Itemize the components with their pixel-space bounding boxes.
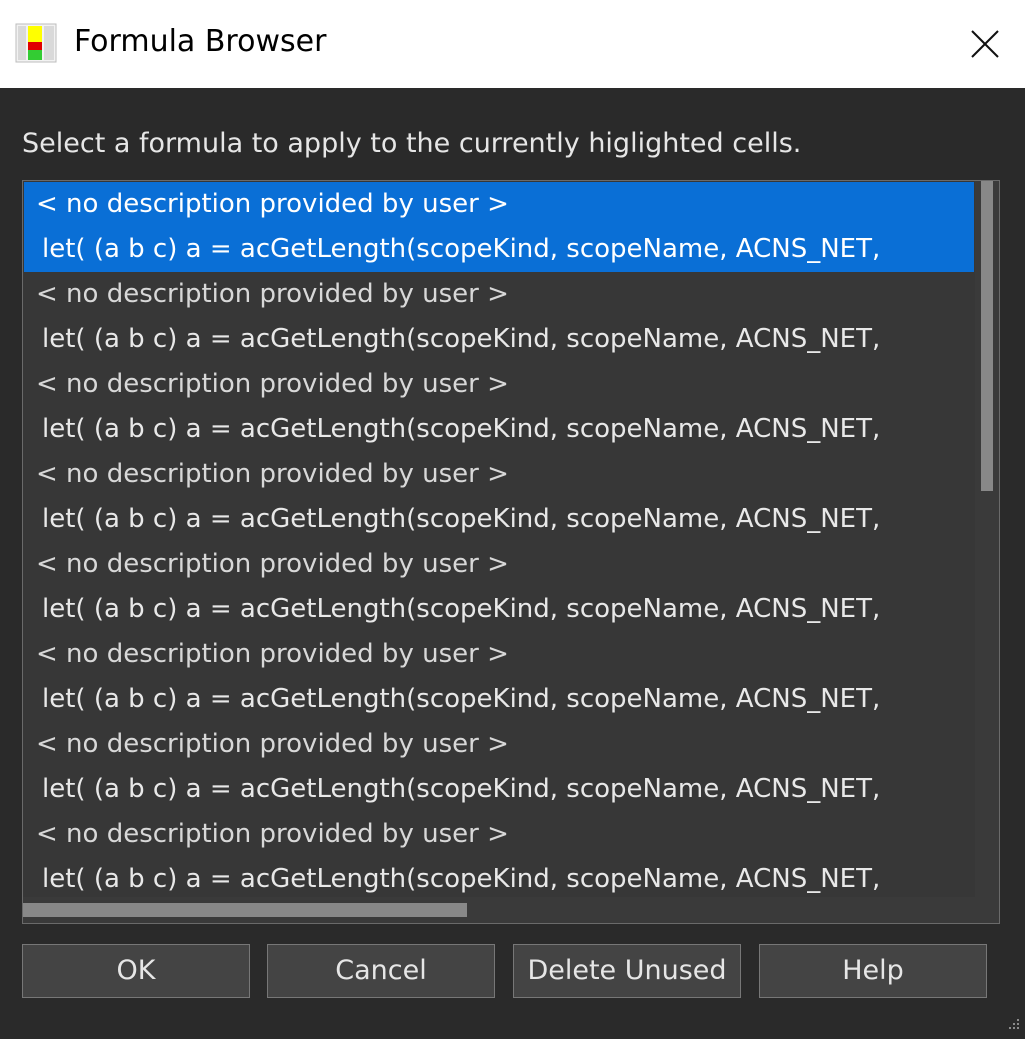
- formula-text: let( (a b c) a = acGetLength(scopeKind, …: [42, 684, 881, 714]
- horizontal-scrollbar[interactable]: [23, 897, 999, 923]
- formula-description: < no description provided by user >: [36, 639, 509, 669]
- formula-description: < no description provided by user >: [36, 729, 509, 759]
- close-icon: [971, 30, 999, 58]
- formula-description: < no description provided by user >: [36, 369, 509, 399]
- formula-list-item[interactable]: < no description provided by user > let(…: [24, 722, 974, 812]
- formula-text: let( (a b c) a = acGetLength(scopeKind, …: [42, 234, 881, 264]
- formula-text: let( (a b c) a = acGetLength(scopeKind, …: [42, 414, 881, 444]
- formula-list-item[interactable]: < no description provided by user > let(…: [24, 542, 974, 632]
- cancel-button[interactable]: Cancel: [267, 944, 495, 998]
- formula-text: let( (a b c) a = acGetLength(scopeKind, …: [42, 324, 881, 354]
- spreadsheet-icon: [14, 22, 58, 64]
- close-button[interactable]: [945, 0, 1025, 88]
- formula-description: < no description provided by user >: [36, 279, 509, 309]
- formula-description: < no description provided by user >: [36, 819, 509, 849]
- resize-grip-icon[interactable]: [1005, 1015, 1021, 1031]
- formula-description: < no description provided by user >: [36, 549, 509, 579]
- delete-unused-button[interactable]: Delete Unused: [513, 944, 741, 998]
- button-row: OK Cancel Delete Unused Help: [22, 944, 988, 998]
- title-bar[interactable]: Formula Browser: [0, 0, 1025, 88]
- formula-list-item[interactable]: < no description provided by user > let(…: [24, 632, 974, 722]
- formula-list-item[interactable]: < no description provided by user > let(…: [24, 362, 974, 452]
- window-title: Formula Browser: [74, 24, 327, 59]
- formula-text: let( (a b c) a = acGetLength(scopeKind, …: [42, 594, 881, 624]
- vertical-scrollbar-thumb[interactable]: [981, 181, 993, 491]
- vertical-scrollbar[interactable]: [975, 181, 999, 897]
- help-button[interactable]: Help: [759, 944, 987, 998]
- formula-browser-window: Formula Browser Select a formula to appl…: [0, 0, 1025, 1039]
- formula-list-item[interactable]: < no description provided by user > let(…: [24, 182, 974, 272]
- formula-description: < no description provided by user >: [36, 459, 509, 489]
- formula-text: let( (a b c) a = acGetLength(scopeKind, …: [42, 504, 881, 534]
- formula-text: let( (a b c) a = acGetLength(scopeKind, …: [42, 864, 881, 894]
- ok-button[interactable]: OK: [22, 944, 250, 998]
- formula-list-viewport: < no description provided by user > let(…: [24, 182, 974, 898]
- formula-text: let( (a b c) a = acGetLength(scopeKind, …: [42, 774, 881, 804]
- formula-list-item[interactable]: < no description provided by user > let(…: [24, 452, 974, 542]
- instruction-text: Select a formula to apply to the current…: [22, 128, 802, 159]
- horizontal-scrollbar-thumb[interactable]: [23, 903, 467, 917]
- formula-list-item[interactable]: < no description provided by user > let(…: [24, 812, 974, 898]
- formula-list[interactable]: < no description provided by user > let(…: [22, 180, 1000, 924]
- formula-list-item[interactable]: < no description provided by user > let(…: [24, 272, 974, 362]
- formula-description: < no description provided by user >: [36, 189, 509, 219]
